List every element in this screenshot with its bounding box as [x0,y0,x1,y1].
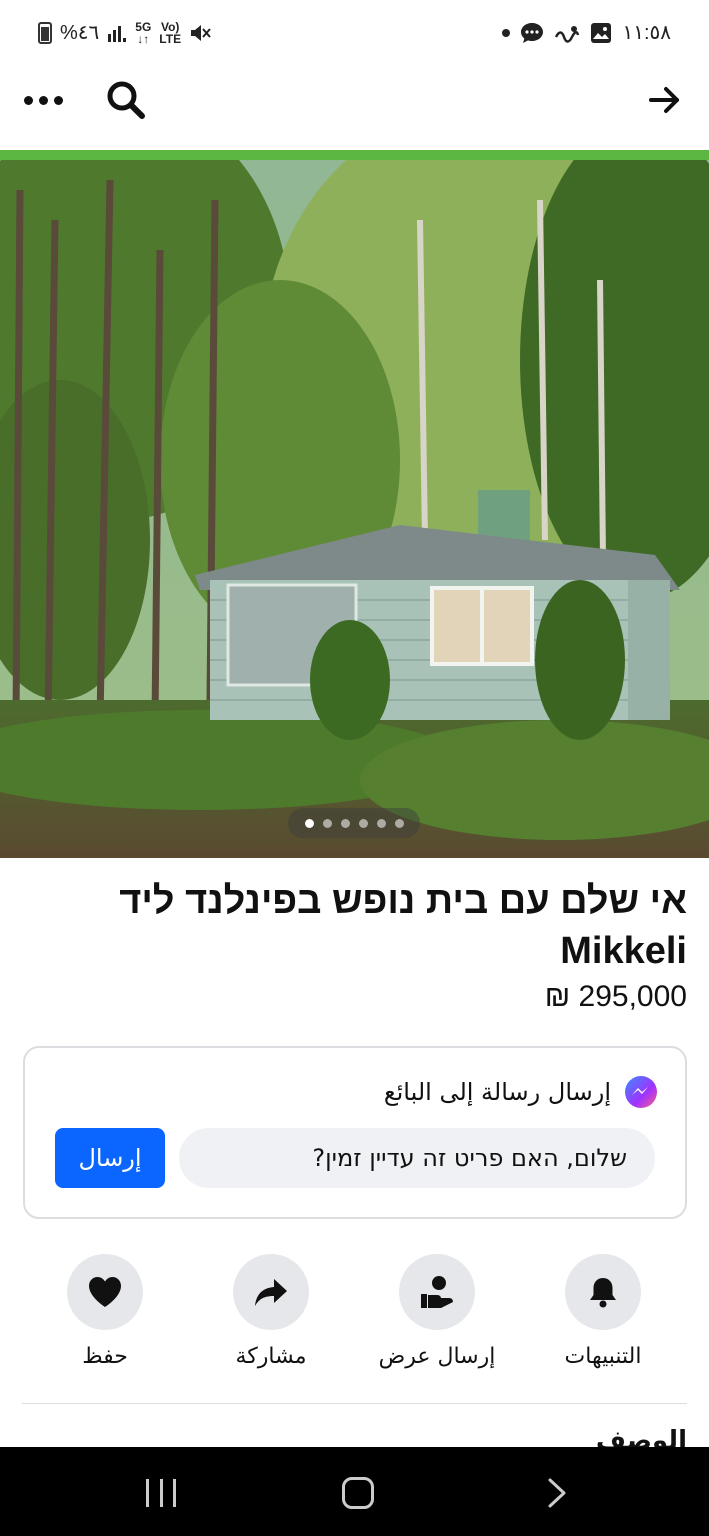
message-seller-card: إرسال رسالة إلى البائع إرسال [23,1046,687,1219]
listing-title: אי שלם עם בית נופש בפינלנד ליד Mikkeli [119,880,687,972]
arrow-right-icon[interactable] [647,82,683,118]
network-5g-indicator: 5G ↓↑ [135,19,152,46]
section-divider [22,1403,687,1404]
listing-price: 295,000 ₪ [544,980,687,1013]
pagination-dot [376,818,386,828]
status-bar: %٤٦ 5G ↓↑ Vo) LTE ١١:٥٨ [0,0,709,66]
share-circle[interactable] [233,1254,309,1330]
home-icon[interactable] [342,1477,374,1509]
pagination-dot [304,818,314,828]
status-right: ١١:٥٨ [502,20,671,45]
save-label: حفظ [82,1344,128,1369]
chat-icon [521,22,544,43]
volte-indicator: Vo) LTE [159,19,182,46]
mute-icon [191,24,211,41]
share-button[interactable]: مشاركة [191,1254,351,1369]
notification-dot-icon [502,28,511,37]
offer-hand-icon [421,1276,453,1308]
message-card-heading: إرسال رسالة إلى البائع [383,1078,611,1106]
alerts-button[interactable]: التنبيهات [523,1254,683,1369]
listing-photo[interactable] [0,160,709,858]
save-circle[interactable] [67,1254,143,1330]
status-time: ١١:٥٨ [622,22,671,44]
message-card-header: إرسال رسالة إلى البائع [384,1076,657,1108]
send-offer-circle[interactable] [399,1254,475,1330]
share-arrow-icon [255,1279,287,1306]
share-label: مشاركة [235,1344,307,1369]
gallery-icon [591,22,612,43]
send-button[interactable]: إرسال [55,1128,165,1188]
pagination-dot [358,818,368,828]
cabin-photo-image [0,160,709,858]
signal-bars-icon [108,25,127,42]
pagination-dot [394,818,404,828]
bell-icon [590,1278,616,1308]
alerts-label: التنبيهات [564,1344,642,1369]
action-bar: التنبيهات إرسال عرض مشاركة حفظ [0,1254,709,1374]
search-icon[interactable] [104,78,148,122]
send-offer-button[interactable]: إرسال عرض [357,1254,517,1369]
messenger-icon [625,1076,657,1108]
top-nav [0,66,709,150]
more-dots-icon[interactable] [24,92,66,108]
battery-icon [38,21,52,44]
message-input[interactable] [179,1128,655,1188]
system-nav-bar [0,1447,709,1536]
app-notification-icon [555,25,580,43]
pagination-dot [340,818,350,828]
chevron-right-icon[interactable] [542,1477,570,1509]
battery-percent: %٤٦ [60,22,100,44]
status-left: %٤٦ 5G ↓↑ Vo) LTE [38,20,211,45]
pagination-dot [322,818,332,828]
alerts-circle[interactable] [565,1254,641,1330]
heart-icon [89,1277,121,1307]
description-heading: الوصف [595,1426,687,1448]
accent-bar [0,150,709,160]
save-button[interactable]: حفظ [25,1254,185,1369]
photo-pagination [288,808,420,838]
recent-apps-icon[interactable] [146,1479,176,1507]
send-offer-label: إرسال عرض [378,1344,496,1369]
